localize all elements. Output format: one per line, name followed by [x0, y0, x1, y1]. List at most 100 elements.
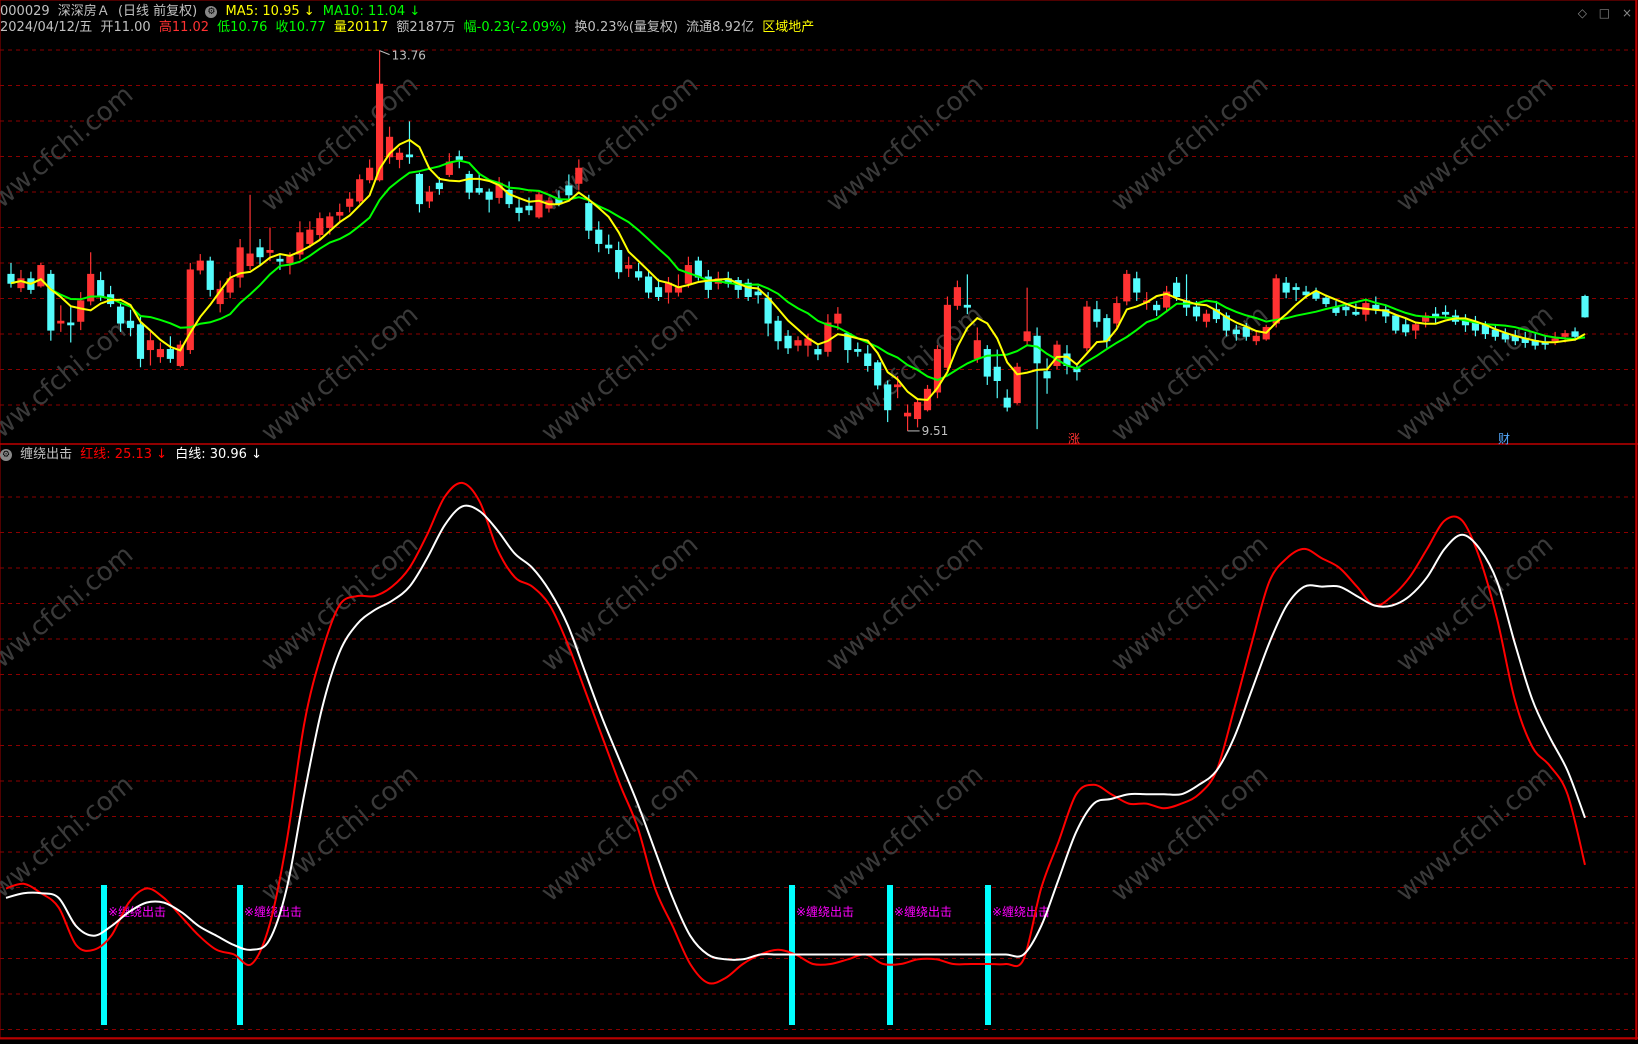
- candle-body-up: [625, 265, 633, 269]
- candle-body-down: [1192, 306, 1201, 317]
- candle-body-up: [1113, 303, 1121, 324]
- settings-icon[interactable]: ⚙: [205, 5, 218, 18]
- chart-canvas[interactable]: www.cfchi.com www.cfchi.com www.cfchi.com w…: [0, 0, 1638, 1040]
- candle-body-down: [1431, 313, 1440, 317]
- candle-body-down: [455, 156, 463, 160]
- candle-body-down: [1232, 329, 1240, 335]
- ma10-arrow-icon: ↓: [409, 4, 421, 19]
- signal-bar: [237, 885, 243, 1025]
- candle-body-down: [854, 349, 862, 352]
- watermark-text: www.cfchi.com: [821, 70, 990, 218]
- watermark-text: www.cfchi.com: [1391, 530, 1560, 678]
- ma10-label: MA10: 11.04: [322, 4, 406, 19]
- candle-body-down: [67, 322, 75, 326]
- ma5-line: [10, 138, 1586, 402]
- candle-body-up: [1272, 278, 1280, 324]
- restore-icon[interactable]: □: [1599, 6, 1610, 20]
- zhang-badge: 涨: [1068, 431, 1080, 446]
- candle-body-up: [943, 304, 952, 368]
- stock-code: 000029: [0, 4, 50, 19]
- candle-body-up: [196, 260, 204, 271]
- candle-body-down: [116, 306, 125, 324]
- candle-body-up: [913, 402, 922, 420]
- ma5-label: MA5: 10.95: [225, 4, 300, 19]
- red-line-label: 红线: 25.13: [80, 447, 153, 462]
- watermark-text: www.cfchi.com: [0, 540, 139, 688]
- candle-body-down: [1392, 315, 1400, 331]
- candle-body-up: [346, 198, 354, 207]
- candle-body-up: [794, 340, 802, 346]
- candle-body-down: [565, 185, 573, 196]
- candle-body-down: [1003, 397, 1011, 408]
- low-marker-label: 9.51: [922, 424, 949, 438]
- indicator-name: 缠绕出击: [20, 447, 73, 462]
- candle-body-down: [993, 366, 1001, 382]
- candle-body-up: [903, 412, 912, 417]
- candle-body-up: [286, 256, 294, 264]
- candle-body-down: [475, 188, 483, 193]
- candle-body-down: [415, 173, 424, 205]
- candle-body-up: [395, 152, 404, 160]
- candle-body-up: [1023, 331, 1031, 342]
- candle-body-down: [654, 287, 663, 297]
- candle-body-up: [266, 249, 274, 253]
- candle-body-down: [206, 260, 214, 290]
- candle-body-up: [1123, 273, 1131, 302]
- watermark-text: www.cfchi.com: [536, 70, 705, 218]
- volume-label: 量20117: [333, 20, 389, 35]
- candle-body-down: [136, 324, 145, 359]
- candle-body-up: [834, 313, 842, 324]
- sector-label[interactable]: 区域地产: [762, 20, 814, 35]
- candle-body-up: [1412, 324, 1420, 331]
- candle-body-down: [465, 173, 473, 193]
- red-arrow-icon: ↓: [156, 447, 168, 462]
- watermark-text: www.cfchi.com: [0, 310, 139, 458]
- high-label: 高11.02: [158, 20, 210, 35]
- candle-body-down: [595, 229, 603, 244]
- candle-body-down: [1282, 282, 1290, 293]
- candle-body-down: [784, 335, 792, 349]
- candle-body-down: [764, 297, 772, 324]
- close-icon[interactable]: ×: [1622, 6, 1632, 20]
- cai-badge: 财: [1498, 432, 1510, 446]
- candle-body-down: [276, 258, 284, 262]
- candle-body-up: [953, 287, 961, 306]
- candle-body-down: [1133, 278, 1141, 293]
- date-label: 2024/04/12/五: [0, 20, 93, 35]
- candle-body-down: [1033, 335, 1041, 364]
- watermark-text: www.cfchi.com: [1106, 70, 1275, 218]
- watermark-text: www.cfchi.com: [0, 770, 139, 918]
- watermark-text: www.cfchi.com: [1106, 300, 1275, 448]
- white-line-label: 白线: 30.96: [175, 447, 247, 462]
- candle-body-up: [1551, 338, 1559, 342]
- candle-body-down: [1571, 331, 1579, 337]
- candle-body-up: [894, 384, 902, 388]
- candle-body-down: [1153, 304, 1161, 311]
- candle-body-down: [166, 349, 174, 359]
- candle-body-down: [1402, 324, 1410, 333]
- watermark-text: www.cfchi.com: [821, 760, 990, 908]
- candle-body-down: [983, 349, 991, 377]
- change-label: 幅-0.23(-2.09%): [463, 20, 567, 35]
- candle-body-up: [1053, 344, 1061, 366]
- candle-body-down: [1172, 282, 1181, 297]
- stock-name: 深深房Ａ: [57, 4, 110, 19]
- indicator-settings-icon[interactable]: ⚙: [0, 448, 12, 461]
- candle-body-down: [1242, 326, 1250, 337]
- candle-body-down: [515, 207, 523, 213]
- candle-body-down: [256, 247, 264, 258]
- open-label: 开11.00: [100, 20, 151, 35]
- candle-body-up: [973, 340, 981, 359]
- candle-body-down: [485, 191, 493, 200]
- candle-body-down: [126, 320, 135, 328]
- low-label: 低10.76: [217, 20, 268, 35]
- candle-body-up: [425, 191, 433, 202]
- candle-body-up: [1561, 333, 1569, 337]
- watermark-text: www.cfchi.com: [0, 80, 139, 228]
- candle-body-down: [1043, 371, 1051, 379]
- candle-body-up: [57, 320, 65, 324]
- candle-body-down: [1093, 309, 1101, 322]
- diamond-icon[interactable]: ◇: [1578, 6, 1587, 20]
- candle-body-down: [585, 203, 593, 231]
- candle-body-down: [1471, 322, 1480, 331]
